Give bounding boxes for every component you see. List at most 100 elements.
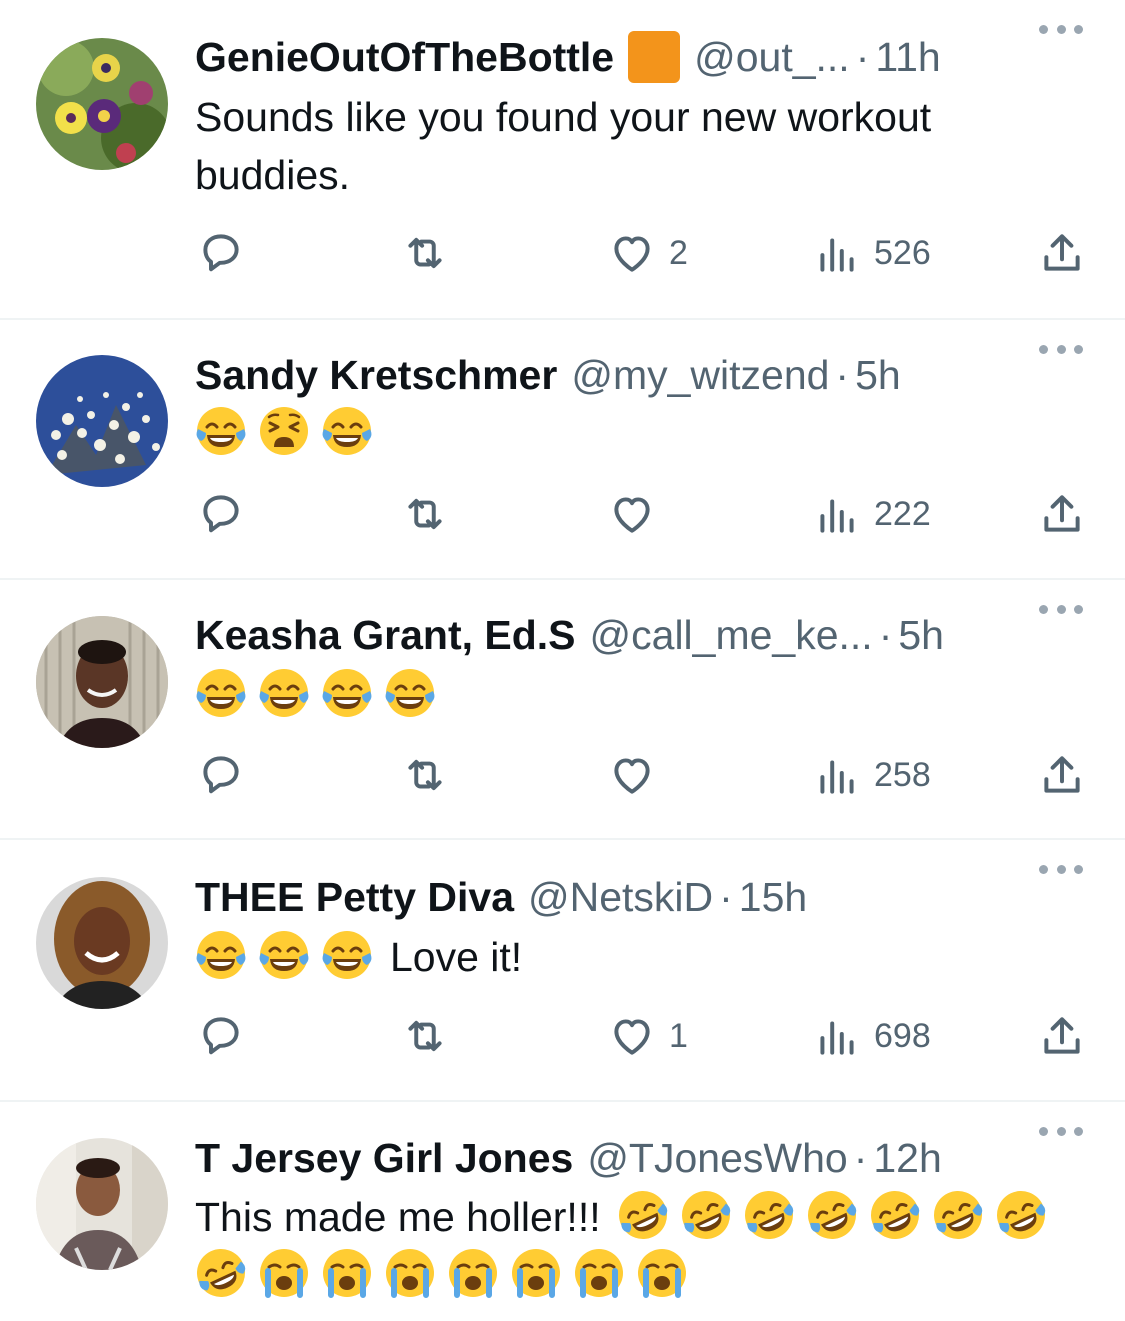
- face-with-tears-of-joy-icon: [321, 667, 373, 719]
- display-name[interactable]: T Jersey Girl Jones: [195, 1128, 573, 1188]
- like-button[interactable]: [607, 750, 657, 800]
- avatar[interactable]: [36, 1138, 168, 1270]
- heart-icon: [614, 236, 650, 272]
- rolling-on-floor-laughing-icon: [806, 1189, 858, 1241]
- retweet-button[interactable]: [400, 1011, 450, 1061]
- tweet-text: [195, 404, 1075, 462]
- like-button[interactable]: [607, 489, 657, 539]
- timestamp[interactable]: 12h: [873, 1128, 941, 1188]
- reply-button[interactable]: [196, 750, 246, 800]
- share-button[interactable]: [1037, 489, 1087, 539]
- display-name[interactable]: Sandy Kretschmer: [195, 345, 557, 405]
- like-count: 1: [669, 1016, 688, 1055]
- reply-button[interactable]: [196, 489, 246, 539]
- tweet[interactable]: THEE Petty Diva @NetskiD · 15h Love it! …: [0, 840, 1125, 1100]
- tweet[interactable]: T Jersey Girl Jones @TJonesWho · 12h Thi…: [0, 1102, 1125, 1321]
- reply-button[interactable]: [196, 1011, 246, 1061]
- handle[interactable]: @call_me_ke...: [590, 605, 873, 665]
- rolling-on-floor-laughing-icon: [680, 1189, 732, 1241]
- timestamp[interactable]: 11h: [875, 27, 940, 87]
- avatar[interactable]: [36, 616, 168, 748]
- views-button[interactable]: 526: [812, 228, 931, 278]
- loudly-crying-face-icon: [447, 1247, 499, 1299]
- tweet-text: Sounds like you found your new workout b…: [195, 94, 932, 198]
- loudly-crying-face-icon: [573, 1247, 625, 1299]
- timestamp[interactable]: 5h: [898, 605, 944, 665]
- face-with-tears-of-joy-icon: [195, 929, 247, 981]
- share-icon: [1044, 1017, 1080, 1054]
- views-icon: [820, 238, 854, 272]
- reply-icon: [203, 234, 239, 272]
- rolling-on-floor-laughing-icon: [995, 1189, 1047, 1241]
- loudly-crying-face-icon: [510, 1247, 562, 1299]
- view-count: 222: [874, 494, 931, 533]
- retweet-button[interactable]: [400, 228, 450, 278]
- more-options-icon[interactable]: [1039, 334, 1083, 364]
- orange-square-badge-icon: [628, 31, 681, 83]
- handle[interactable]: @my_witzend: [571, 345, 829, 405]
- views-icon: [820, 1021, 854, 1055]
- tweet[interactable]: Keasha Grant, Ed.S @call_me_ke... · 5h 2…: [0, 580, 1125, 838]
- face-with-tears-of-joy-icon: [195, 667, 247, 719]
- share-button[interactable]: [1037, 228, 1087, 278]
- views-button[interactable]: 222: [812, 489, 931, 539]
- avatar[interactable]: [36, 877, 168, 1009]
- like-button[interactable]: 2: [607, 228, 688, 278]
- like-count: 2: [669, 233, 688, 272]
- avatar[interactable]: [36, 355, 168, 487]
- loudly-crying-face-icon: [636, 1247, 688, 1299]
- more-options-icon[interactable]: [1039, 14, 1083, 44]
- views-button[interactable]: 698: [812, 1011, 931, 1061]
- reply-button[interactable]: [196, 228, 246, 278]
- share-button[interactable]: [1037, 1011, 1087, 1061]
- tweet[interactable]: Sandy Kretschmer @my_witzend · 5h 222: [0, 320, 1125, 578]
- view-count: 526: [874, 233, 931, 272]
- heart-icon: [614, 497, 650, 533]
- retweet-icon: [408, 759, 442, 791]
- like-button[interactable]: 1: [607, 1011, 688, 1061]
- reply-icon: [203, 1017, 239, 1055]
- retweet-icon: [408, 498, 442, 530]
- more-options-icon[interactable]: [1039, 854, 1083, 884]
- retweet-icon: [408, 237, 442, 269]
- face-with-tears-of-joy-icon: [258, 929, 310, 981]
- handle[interactable]: @out_...: [694, 27, 850, 87]
- weary-face-icon: [258, 405, 310, 457]
- blossom-tree-avatar-image: [36, 355, 168, 487]
- retweet-button[interactable]: [400, 750, 450, 800]
- retweet-button[interactable]: [400, 489, 450, 539]
- retweet-icon: [408, 1020, 442, 1052]
- selfie-avatar-image: [36, 1138, 168, 1270]
- views-icon: [820, 499, 854, 533]
- heart-icon: [614, 758, 650, 794]
- more-options-icon[interactable]: [1039, 594, 1083, 624]
- share-button[interactable]: [1037, 750, 1087, 800]
- tweet-text: [195, 666, 1075, 724]
- timestamp[interactable]: 15h: [739, 867, 807, 927]
- display-name[interactable]: Keasha Grant, Ed.S: [195, 605, 576, 665]
- display-name[interactable]: THEE Petty Diva: [195, 867, 514, 927]
- rolling-on-floor-laughing-icon: [869, 1189, 921, 1241]
- avatar[interactable]: [36, 38, 168, 170]
- woman-portrait-avatar-image: [36, 616, 168, 748]
- reply-icon: [203, 495, 239, 533]
- separator: ·: [855, 34, 870, 80]
- reply-icon: [203, 756, 239, 794]
- more-options-icon[interactable]: [1039, 1116, 1083, 1146]
- share-icon: [1044, 756, 1080, 793]
- handle[interactable]: @NetskiD: [528, 867, 713, 927]
- view-count: 258: [874, 755, 931, 794]
- timestamp[interactable]: 5h: [855, 345, 901, 405]
- views-button[interactable]: 258: [812, 750, 931, 800]
- face-with-tears-of-joy-icon: [258, 667, 310, 719]
- tweet[interactable]: GenieOutOfTheBottle @out_... · 11h Sound…: [0, 0, 1125, 318]
- rolling-on-floor-laughing-icon: [617, 1189, 669, 1241]
- loudly-crying-face-icon: [384, 1247, 436, 1299]
- face-with-tears-of-joy-icon: [384, 667, 436, 719]
- display-name[interactable]: GenieOutOfTheBottle: [195, 27, 614, 87]
- tweet-text: Love it!: [195, 928, 1075, 986]
- tweet-text-content: This made me holler!!!: [195, 1194, 601, 1240]
- handle[interactable]: @TJonesWho: [587, 1128, 847, 1188]
- rolling-on-floor-laughing-icon: [932, 1189, 984, 1241]
- view-count: 698: [874, 1016, 931, 1055]
